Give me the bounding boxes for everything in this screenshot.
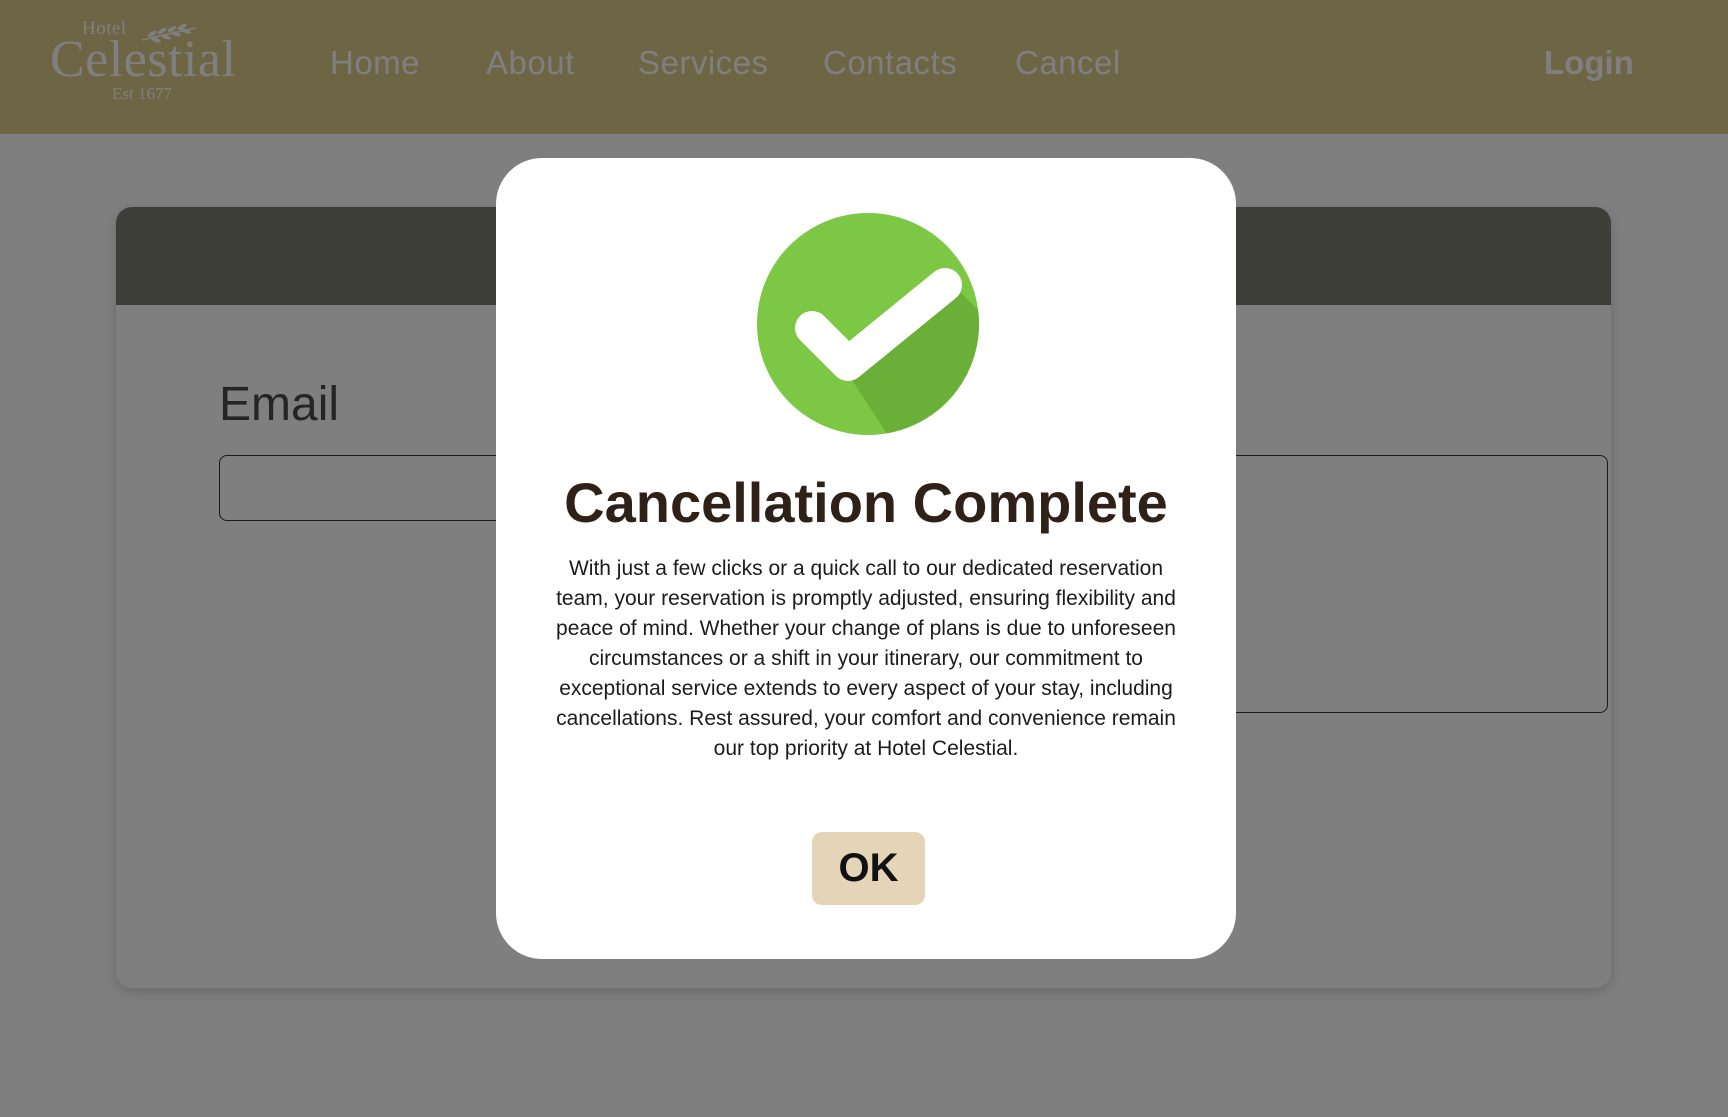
cancellation-complete-dialog: Cancellation Complete With just a few cl… bbox=[496, 158, 1236, 959]
ok-button[interactable]: OK bbox=[812, 832, 925, 905]
dialog-title: Cancellation Complete bbox=[564, 471, 1168, 534]
dialog-message: With just a few clicks or a quick call t… bbox=[556, 557, 1176, 760]
check-circle-icon bbox=[757, 213, 979, 435]
